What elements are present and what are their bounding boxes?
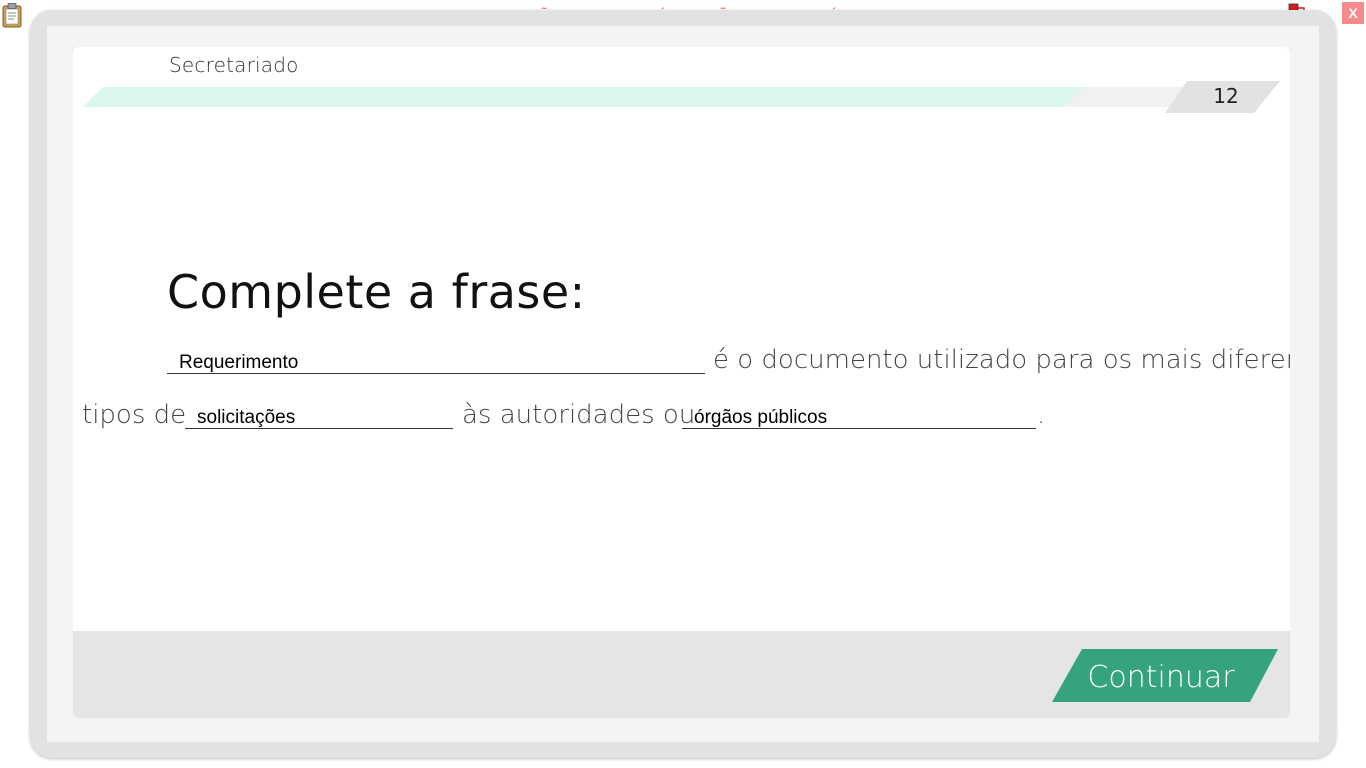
sentence-part-4: . (1037, 400, 1046, 430)
clipboard-icon[interactable] (1, 2, 23, 28)
close-button[interactable]: X (1342, 2, 1364, 24)
progress-fill (83, 87, 1084, 107)
lesson-card: Secretariado 12 Complete a frase: Requer… (73, 47, 1290, 718)
continue-label[interactable]: Continuar (1073, 658, 1249, 698)
sentence-part-1: é o documento utilizado para os mais dif… (713, 345, 1290, 375)
page-number: 12 (1213, 84, 1239, 108)
question-heading: Complete a frase: (167, 265, 586, 319)
answer-blank-3[interactable]: órgãos públicos (682, 405, 1036, 429)
answer-blank-1[interactable]: Requerimento (167, 350, 705, 374)
answer-blank-2[interactable]: solicitações (185, 405, 453, 429)
course-title: Secretariado (169, 53, 299, 77)
progress-bar (83, 81, 1280, 113)
sentence-part-3: às autoridades ou (462, 400, 696, 430)
sentence-part-2: tipos de (82, 400, 187, 430)
